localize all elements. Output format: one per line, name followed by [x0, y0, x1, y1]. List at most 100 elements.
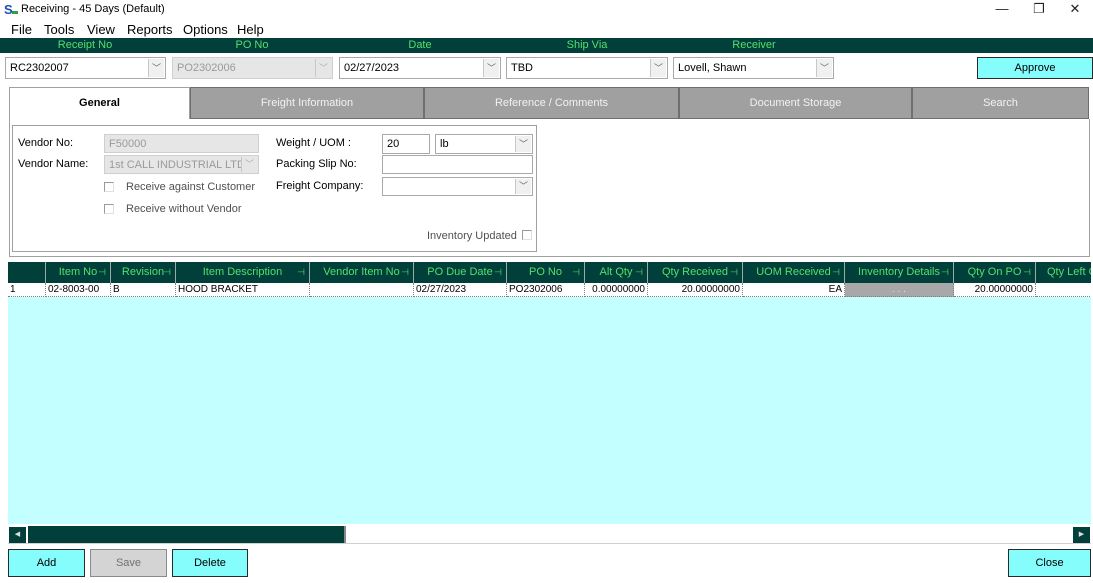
col-alt-qty[interactable]: Alt Qty ⊣	[585, 262, 648, 283]
window-title: Receiving - 45 Days (Default)	[21, 3, 165, 15]
horizontal-scrollbar[interactable]: ◀ ▶	[8, 525, 1091, 544]
po-no-value: PO2302006	[177, 62, 236, 74]
vendor-no-field: F50000	[104, 134, 259, 153]
menu-reports[interactable]: Reports	[127, 22, 173, 37]
menu-options[interactable]: Options	[183, 22, 228, 37]
ship-via-value: TBD	[511, 62, 533, 74]
items-grid[interactable]: Item No ⊣ Revision ⊣ Item Description ⊣ Ven…	[8, 262, 1091, 524]
inventory-details-button[interactable]: . . .	[845, 283, 954, 297]
uom-combo[interactable]: lb ﹀	[435, 134, 533, 154]
table-row[interactable]: 1 02-8003-00 B HOOD BRACKET 02/27/2023 P…	[8, 283, 1091, 297]
inventory-updated-checkbox	[522, 230, 532, 240]
date-value: 02/27/2023	[344, 62, 400, 74]
col-revision[interactable]: Revision ⊣	[111, 262, 176, 283]
chevron-down-icon[interactable]: ﹀	[515, 136, 531, 152]
po-no-label: PO No	[235, 39, 269, 51]
vendor-name-value: 1st CALL INDUSTRIAL LTD.	[109, 159, 248, 171]
col-item-no[interactable]: Item No ⊣	[46, 262, 111, 283]
pin-icon[interactable]: ⊣	[730, 262, 738, 282]
receipt-no-label: Receipt No	[57, 39, 113, 51]
menu-help[interactable]: Help	[237, 22, 264, 37]
pin-icon[interactable]: ⊣	[163, 262, 171, 282]
scroll-thumb[interactable]	[28, 526, 346, 543]
col-po-no[interactable]: PO No ⊣	[507, 262, 585, 283]
col-po-due-date[interactable]: PO Due Date ⊣	[414, 262, 507, 283]
save-button: Save	[90, 549, 167, 577]
delete-button[interactable]: Delete	[172, 549, 248, 577]
cell-item-no[interactable]: 02-8003-00	[46, 283, 111, 297]
chevron-down-icon[interactable]: ﹀	[650, 59, 666, 77]
col-item-description[interactable]: Item Description ⊣	[176, 262, 310, 283]
receive-against-customer-checkbox[interactable]	[104, 182, 114, 192]
pin-icon[interactable]: ⊣	[572, 262, 580, 282]
pin-icon[interactable]: ⊣	[98, 262, 106, 282]
col-inventory-details[interactable]: Inventory Details ⊣	[845, 262, 954, 283]
date-picker[interactable]: 02/27/2023 ﹀	[339, 57, 501, 79]
col-label: Revision	[121, 266, 165, 278]
pin-icon[interactable]: ⊣	[1023, 262, 1031, 282]
menu-view[interactable]: View	[87, 22, 115, 37]
ship-via-label: Ship Via	[566, 39, 608, 51]
chevron-down-icon[interactable]: ﹀	[148, 59, 164, 77]
pin-icon[interactable]: ⊣	[494, 262, 502, 282]
date-label: Date	[408, 39, 432, 51]
receiver-combo[interactable]: Lovell, Shawn ﹀	[673, 57, 834, 79]
col-vendor-item-no[interactable]: Vendor Item No ⊣	[310, 262, 414, 283]
ship-via-combo[interactable]: TBD ﹀	[506, 57, 668, 79]
add-button[interactable]: Add	[8, 549, 85, 577]
pin-icon[interactable]: ⊣	[297, 262, 305, 282]
tab-reference-comments[interactable]: Reference / Comments	[424, 87, 679, 119]
inventory-updated-label: Inventory Updated	[427, 230, 517, 242]
close-button[interactable]: Close	[1008, 549, 1091, 577]
weight-value: 20	[387, 138, 400, 150]
cell-qty-on-po[interactable]: 20.00000000	[954, 283, 1036, 297]
col-label: Alt Qty	[599, 266, 633, 278]
receive-without-vendor-checkbox[interactable]	[104, 204, 114, 214]
approve-button[interactable]: Approve	[977, 57, 1093, 79]
uom-value: lb	[440, 138, 449, 150]
vendor-name-combo: 1st CALL INDUSTRIAL LTD. ﹀	[104, 155, 259, 174]
menu-file[interactable]: File	[11, 22, 32, 37]
chevron-down-icon[interactable]: ﹀	[483, 59, 499, 77]
cell-uom-received[interactable]: EA	[743, 283, 845, 297]
tab-document-storage[interactable]: Document Storage	[679, 87, 912, 119]
cell-alt-qty[interactable]: 0.00000000	[585, 283, 648, 297]
col-qty-left[interactable]: Qty Left O	[1036, 262, 1091, 283]
chevron-down-icon[interactable]: ﹀	[816, 59, 832, 77]
tab-freight-information[interactable]: Freight Information	[190, 87, 424, 119]
col-uom-received[interactable]: UOM Received ⊣	[743, 262, 845, 283]
menu-tools[interactable]: Tools	[44, 22, 74, 37]
pin-icon[interactable]: ⊣	[401, 262, 409, 282]
cell-item-description[interactable]: HOOD BRACKET	[176, 283, 310, 297]
cell-revision[interactable]: B	[111, 283, 176, 297]
tab-search[interactable]: Search	[912, 87, 1089, 119]
cell-po-due-date[interactable]: 02/27/2023	[414, 283, 507, 297]
chevron-down-icon[interactable]: ﹀	[515, 179, 531, 194]
tab-general[interactable]: General	[9, 87, 190, 120]
pin-icon[interactable]: ⊣	[635, 262, 643, 282]
menu-bar: File Tools View Reports Options Help	[0, 20, 1093, 38]
cell-qty-left[interactable]	[1036, 283, 1091, 297]
col-qty-on-po[interactable]: Qty On PO ⊣	[954, 262, 1036, 283]
receipt-no-combo[interactable]: RC2302007 ﹀	[5, 57, 166, 79]
close-window-button[interactable]: ✕	[1057, 0, 1093, 18]
packing-slip-input[interactable]	[382, 155, 533, 174]
row-number[interactable]: 1	[8, 283, 46, 297]
cell-po-no[interactable]: PO2302006	[507, 283, 585, 297]
receive-without-vendor-label: Receive without Vendor	[126, 203, 242, 215]
vendor-no-label: Vendor No:	[18, 137, 74, 149]
weight-input[interactable]: 20	[382, 134, 430, 154]
restore-button[interactable]: ❐	[1021, 0, 1057, 18]
scroll-left-icon[interactable]: ◀	[9, 527, 26, 543]
col-label: Item No	[58, 266, 98, 278]
cell-qty-received[interactable]: 20.00000000	[648, 283, 743, 297]
minimize-button[interactable]: —	[984, 0, 1020, 18]
row-header-corner	[8, 262, 46, 283]
svg-text:S: S	[4, 2, 13, 16]
freight-company-combo[interactable]: ﹀	[382, 177, 533, 196]
col-qty-received[interactable]: Qty Received ⊣	[648, 262, 743, 283]
pin-icon[interactable]: ⊣	[941, 262, 949, 282]
pin-icon[interactable]: ⊣	[832, 262, 840, 282]
scroll-right-icon[interactable]: ▶	[1073, 527, 1090, 543]
cell-vendor-item-no[interactable]	[310, 283, 414, 297]
